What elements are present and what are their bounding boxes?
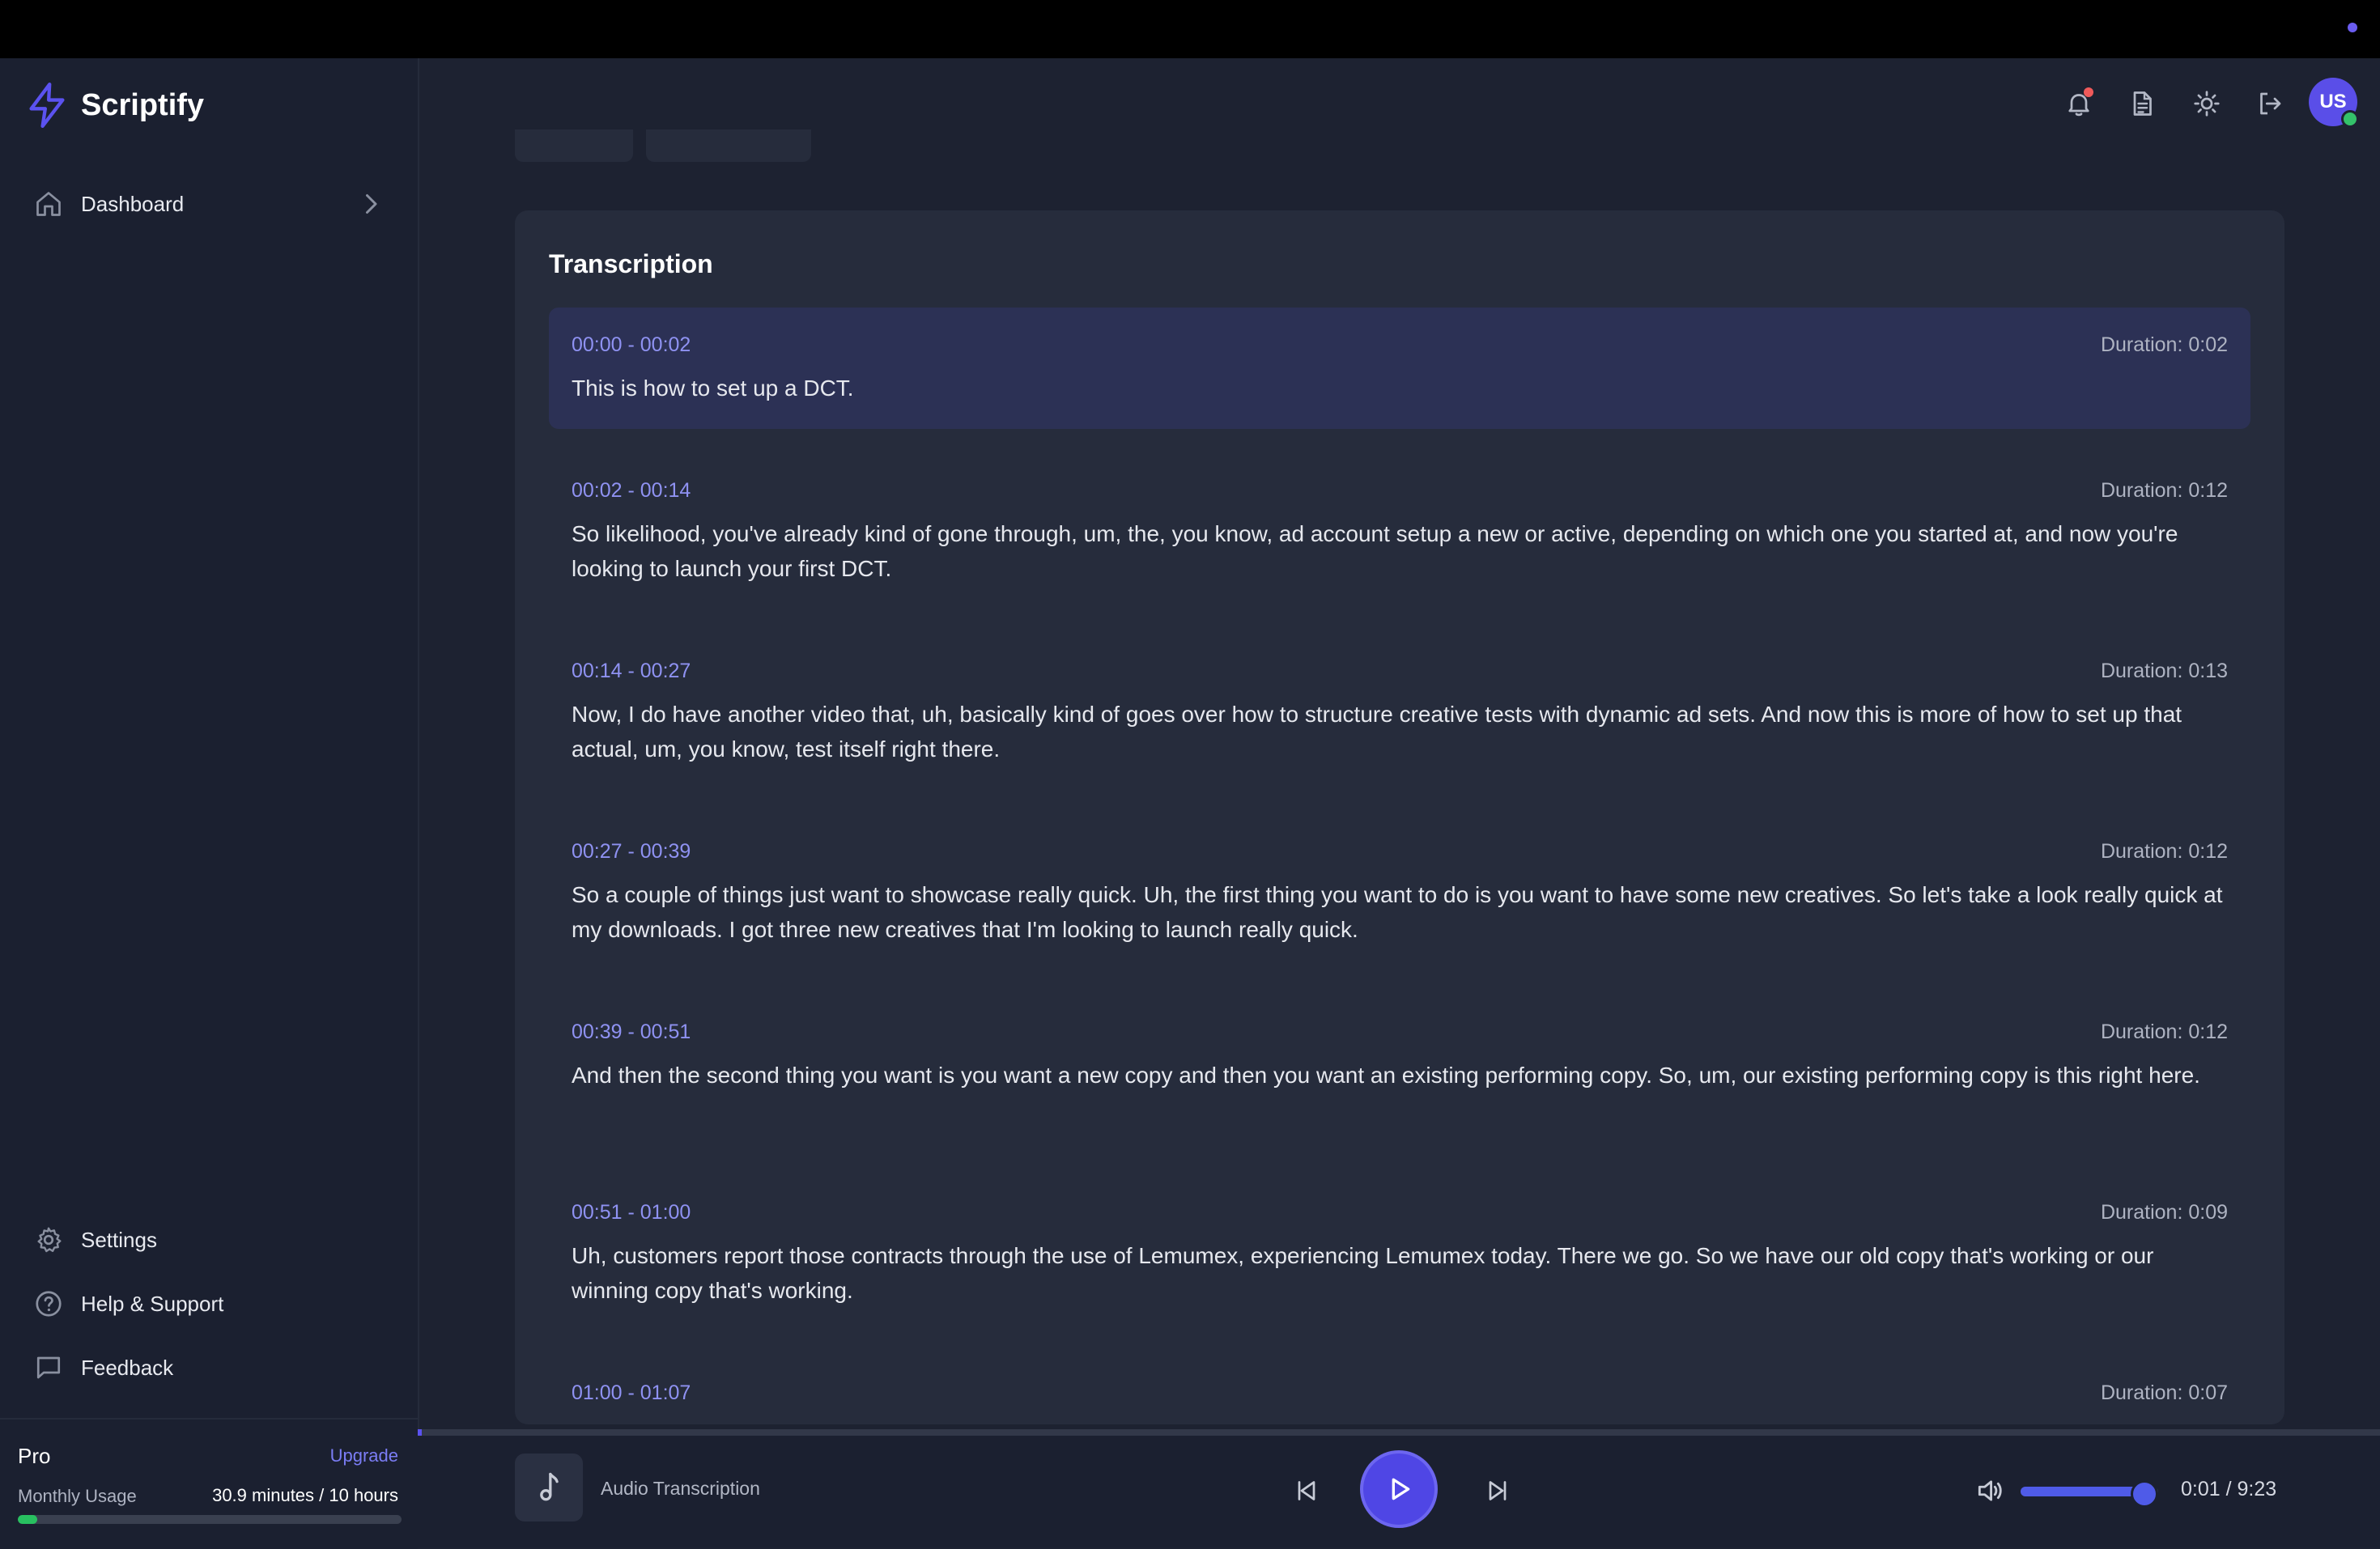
audio-player: Audio Transcription 0:01 / 9:23 — [418, 1436, 2380, 1547]
tab-placeholder[interactable] — [646, 129, 811, 162]
segment-time-range: 00:14 - 00:27 — [572, 660, 691, 682]
segment-text: So likelihood, you've already kind of go… — [572, 521, 2178, 581]
volume-icon — [1978, 1480, 2002, 1501]
sidebar-item-label: Settings — [81, 1227, 157, 1252]
sidebar-item-settings[interactable]: Settings — [29, 1216, 157, 1264]
skip-back-icon — [1298, 1481, 1315, 1500]
logout-button[interactable] — [2247, 81, 2293, 126]
transcript-segment[interactable]: 00:02 - 00:14 Duration: 0:12 So likeliho… — [549, 453, 2250, 607]
transcript-segment[interactable]: 00:27 - 00:39 Duration: 0:12 So a couple… — [549, 814, 2250, 968]
gear-icon — [29, 1220, 68, 1259]
transcript-segment[interactable]: 00:14 - 00:27 Duration: 0:13 Now, I do h… — [549, 634, 2250, 787]
transcript-segment[interactable]: 00:00 - 00:02 Duration: 0:02 This is how… — [549, 308, 2250, 429]
plan-tier: Pro — [18, 1444, 51, 1468]
sidebar: Scriptify Dashboard Settings Help & Supp… — [0, 58, 419, 1549]
segment-duration: Duration: 0:07 — [2100, 1381, 2228, 1404]
track-title: Audio Transcription — [601, 1478, 760, 1499]
sidebar-item-feedback[interactable]: Feedback — [29, 1343, 173, 1392]
user-avatar[interactable]: US — [2309, 78, 2359, 128]
message-square-icon — [29, 1348, 68, 1387]
skip-forward-icon — [1489, 1481, 1507, 1500]
plan-usage-panel: Pro Upgrade Monthly Usage 30.9 minutes /… — [0, 1418, 418, 1549]
notifications-button[interactable] — [2056, 81, 2102, 126]
segment-time-range: 00:27 - 00:39 — [572, 840, 691, 863]
tab-placeholder[interactable] — [515, 129, 633, 162]
theme-toggle-button[interactable] — [2184, 81, 2229, 126]
upgrade-link[interactable]: Upgrade — [330, 1445, 398, 1466]
volume-button[interactable] — [1970, 1471, 2009, 1510]
segment-time-range: 00:51 - 01:00 — [572, 1201, 691, 1224]
sun-icon — [2194, 91, 2220, 117]
transcript-segment[interactable]: 00:39 - 00:51 Duration: 0:12 And then th… — [549, 995, 2250, 1148]
sidebar-item-label: Help & Support — [81, 1291, 224, 1316]
documents-button[interactable] — [2119, 81, 2165, 126]
track-thumbnail — [515, 1454, 583, 1521]
transcript-segment[interactable]: 01:00 - 01:07 Duration: 0:07 — [549, 1356, 2250, 1424]
brand[interactable]: Scriptify — [26, 83, 204, 128]
segment-duration: Duration: 0:13 — [2100, 660, 2228, 682]
segment-text: Now, I do have another video that, uh, b… — [572, 702, 2182, 762]
music-note-icon — [540, 1472, 559, 1501]
sidebar-item-dashboard[interactable]: Dashboard — [29, 180, 385, 228]
segment-text: And then the second thing you want is yo… — [572, 1063, 2200, 1088]
segment-duration: Duration: 0:12 — [2100, 1021, 2228, 1043]
volume-slider[interactable] — [2021, 1480, 2158, 1508]
sidebar-item-label: Dashboard — [81, 191, 185, 216]
segment-time-range: 00:39 - 00:51 — [572, 1021, 691, 1043]
previous-button[interactable] — [1284, 1468, 1329, 1513]
sidebar-item-help-support[interactable]: Help & Support — [29, 1280, 223, 1328]
usage-progress-bar — [18, 1515, 402, 1524]
volume-slider-fill — [2021, 1487, 2144, 1496]
segment-time-range: 00:02 - 00:14 — [572, 479, 691, 502]
segment-text: So a couple of things just want to showc… — [572, 882, 2223, 942]
play-button[interactable] — [1363, 1454, 1434, 1525]
segment-text: This is how to set up a DCT. — [572, 376, 854, 401]
transcript-segment[interactable]: 00:51 - 01:00 Duration: 0:09 Uh, custome… — [549, 1175, 2250, 1329]
segment-duration: Duration: 0:12 — [2100, 840, 2228, 863]
volume-slider-knob[interactable] — [2131, 1480, 2158, 1508]
segment-time-range: 01:00 - 01:07 — [572, 1381, 691, 1404]
playback-time: 0:01 / 9:23 — [2181, 1478, 2277, 1500]
logout-icon — [2260, 92, 2281, 115]
lightning-logo-icon — [29, 83, 65, 128]
window-top-bar — [0, 0, 2380, 58]
sidebar-item-label: Feedback — [81, 1355, 174, 1380]
playback-progress-bar[interactable] — [418, 1429, 2380, 1436]
online-status-dot — [2341, 110, 2359, 128]
next-button[interactable] — [1475, 1468, 1520, 1513]
playback-progress-fill — [418, 1429, 422, 1436]
transcription-title: Transcription — [549, 249, 713, 278]
transcription-card: Transcription 00:00 - 00:02 Duration: 0:… — [515, 210, 2284, 1424]
segment-duration: Duration: 0:02 — [2100, 333, 2228, 356]
usage-label: Monthly Usage — [18, 1486, 137, 1506]
app-name: Scriptify — [81, 87, 205, 122]
segment-text: Uh, customers report those contracts thr… — [572, 1243, 2154, 1303]
usage-progress-fill — [18, 1515, 37, 1524]
play-icon — [1392, 1478, 1410, 1500]
segment-duration: Duration: 0:09 — [2100, 1201, 2228, 1224]
help-circle-icon — [29, 1284, 68, 1323]
notification-dot — [2084, 87, 2093, 97]
document-icon — [2133, 91, 2152, 116]
segment-time-range: 00:00 - 00:02 — [572, 333, 691, 356]
segment-duration: Duration: 0:12 — [2100, 479, 2228, 502]
usage-value: 30.9 minutes / 10 hours — [212, 1485, 398, 1505]
chevron-right-icon — [366, 194, 377, 214]
home-icon — [29, 185, 68, 223]
user-initials: US — [2319, 91, 2347, 112]
status-dot — [2348, 23, 2357, 32]
